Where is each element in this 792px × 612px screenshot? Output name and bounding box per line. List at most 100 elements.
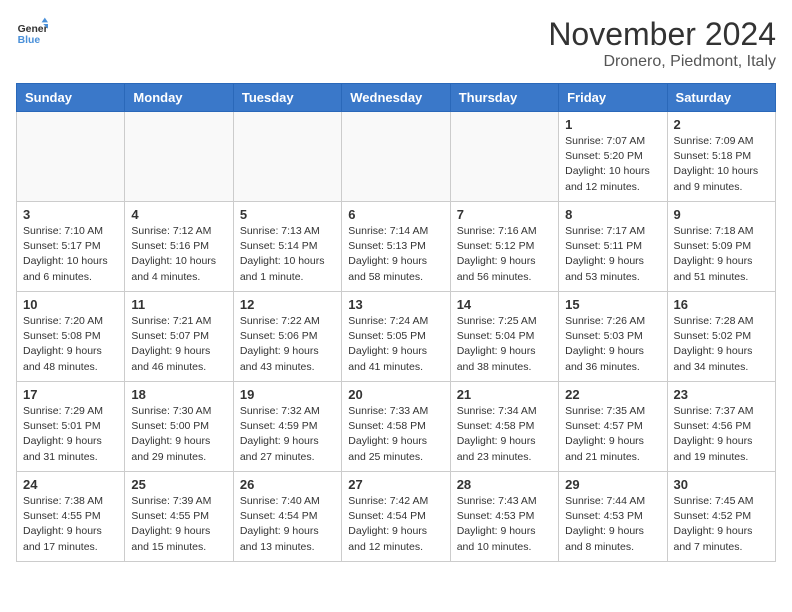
day-info: Sunrise: 7:09 AM Sunset: 5:18 PM Dayligh… <box>674 134 769 195</box>
day-info: Sunrise: 7:28 AM Sunset: 5:02 PM Dayligh… <box>674 314 769 375</box>
day-number: 25 <box>131 477 226 492</box>
weekday-header: Monday <box>125 84 233 112</box>
day-number: 5 <box>240 207 335 222</box>
calendar-day-cell: 3 Sunrise: 7:10 AM Sunset: 5:17 PM Daylig… <box>17 202 125 292</box>
day-number: 3 <box>23 207 118 222</box>
day-number: 14 <box>457 297 552 312</box>
day-info: Sunrise: 7:45 AM Sunset: 4:52 PM Dayligh… <box>674 494 769 555</box>
day-info: Sunrise: 7:20 AM Sunset: 5:08 PM Dayligh… <box>23 314 118 375</box>
day-info: Sunrise: 7:39 AM Sunset: 4:55 PM Dayligh… <box>131 494 226 555</box>
day-number: 16 <box>674 297 769 312</box>
calendar-day-cell: 4Sunrise: 7:12 AM Sunset: 5:16 PM Daylig… <box>125 202 233 292</box>
day-info: Sunrise: 7:44 AM Sunset: 4:53 PM Dayligh… <box>565 494 660 555</box>
logo-icon: General Blue <box>16 16 48 48</box>
calendar-day-cell: 12 Sunrise: 7:22 AM Sunset: 5:06 PM Dayli… <box>233 292 341 382</box>
calendar-week-row: 3 Sunrise: 7:10 AM Sunset: 5:17 PM Daylig… <box>17 202 776 292</box>
calendar-day-cell: 23Sunrise: 7:37 AM Sunset: 4:56 PM Dayli… <box>667 382 775 472</box>
calendar-day-cell: 26 Sunrise: 7:40 AM Sunset: 4:54 PM Dayli… <box>233 472 341 562</box>
calendar-day-cell <box>450 112 558 202</box>
day-number: 21 <box>457 387 552 402</box>
calendar-day-cell: 1Sunrise: 7:07 AM Sunset: 5:20 PM Daylig… <box>559 112 667 202</box>
calendar-day-cell: 2 Sunrise: 7:09 AM Sunset: 5:18 PM Daylig… <box>667 112 775 202</box>
calendar-day-cell: 16 Sunrise: 7:28 AM Sunset: 5:02 PM Dayli… <box>667 292 775 382</box>
day-info: Sunrise: 7:10 AM Sunset: 5:17 PM Dayligh… <box>23 224 118 285</box>
location: Dronero, Piedmont, Italy <box>548 53 776 71</box>
day-info: Sunrise: 7:16 AM Sunset: 5:12 PM Dayligh… <box>457 224 552 285</box>
day-number: 1 <box>565 117 660 132</box>
day-info: Sunrise: 7:22 AM Sunset: 5:06 PM Dayligh… <box>240 314 335 375</box>
calendar-day-cell <box>342 112 450 202</box>
day-number: 8 <box>565 207 660 222</box>
calendar-day-cell: 5 Sunrise: 7:13 AM Sunset: 5:14 PM Daylig… <box>233 202 341 292</box>
weekday-header: Friday <box>559 84 667 112</box>
calendar-week-row: 10Sunrise: 7:20 AM Sunset: 5:08 PM Dayli… <box>17 292 776 382</box>
weekday-header: Saturday <box>667 84 775 112</box>
day-info: Sunrise: 7:40 AM Sunset: 4:54 PM Dayligh… <box>240 494 335 555</box>
day-number: 2 <box>674 117 769 132</box>
calendar-day-cell: 27 Sunrise: 7:42 AM Sunset: 4:54 PM Dayli… <box>342 472 450 562</box>
day-number: 22 <box>565 387 660 402</box>
day-number: 13 <box>348 297 443 312</box>
weekday-header: Thursday <box>450 84 558 112</box>
day-number: 6 <box>348 207 443 222</box>
day-info: Sunrise: 7:26 AM Sunset: 5:03 PM Dayligh… <box>565 314 660 375</box>
calendar-day-cell: 19Sunrise: 7:32 AM Sunset: 4:59 PM Dayli… <box>233 382 341 472</box>
day-info: Sunrise: 7:13 AM Sunset: 5:14 PM Dayligh… <box>240 224 335 285</box>
day-number: 18 <box>131 387 226 402</box>
calendar-day-cell: 24 Sunrise: 7:38 AM Sunset: 4:55 PM Dayli… <box>17 472 125 562</box>
calendar-day-cell: 15 Sunrise: 7:26 AM Sunset: 5:03 PM Dayli… <box>559 292 667 382</box>
day-number: 27 <box>348 477 443 492</box>
day-number: 7 <box>457 207 552 222</box>
day-info: Sunrise: 7:18 AM Sunset: 5:09 PM Dayligh… <box>674 224 769 285</box>
day-number: 11 <box>131 297 226 312</box>
title-block: November 2024 Dronero, Piedmont, Italy <box>548 16 776 71</box>
calendar-day-cell: 29 Sunrise: 7:44 AM Sunset: 4:53 PM Dayli… <box>559 472 667 562</box>
calendar-day-cell: 11 Sunrise: 7:21 AM Sunset: 5:07 PM Dayli… <box>125 292 233 382</box>
calendar-day-cell: 9 Sunrise: 7:18 AM Sunset: 5:09 PM Daylig… <box>667 202 775 292</box>
calendar-header-row: SundayMondayTuesdayWednesdayThursdayFrid… <box>17 84 776 112</box>
day-number: 12 <box>240 297 335 312</box>
day-number: 20 <box>348 387 443 402</box>
day-number: 26 <box>240 477 335 492</box>
calendar-day-cell <box>125 112 233 202</box>
weekday-header: Wednesday <box>342 84 450 112</box>
day-info: Sunrise: 7:33 AM Sunset: 4:58 PM Dayligh… <box>348 404 443 465</box>
calendar-day-cell: 10Sunrise: 7:20 AM Sunset: 5:08 PM Dayli… <box>17 292 125 382</box>
day-info: Sunrise: 7:17 AM Sunset: 5:11 PM Dayligh… <box>565 224 660 285</box>
calendar-day-cell: 30Sunrise: 7:45 AM Sunset: 4:52 PM Dayli… <box>667 472 775 562</box>
day-info: Sunrise: 7:42 AM Sunset: 4:54 PM Dayligh… <box>348 494 443 555</box>
day-info: Sunrise: 7:29 AM Sunset: 5:01 PM Dayligh… <box>23 404 118 465</box>
day-info: Sunrise: 7:25 AM Sunset: 5:04 PM Dayligh… <box>457 314 552 375</box>
calendar-week-row: 24 Sunrise: 7:38 AM Sunset: 4:55 PM Dayli… <box>17 472 776 562</box>
day-info: Sunrise: 7:21 AM Sunset: 5:07 PM Dayligh… <box>131 314 226 375</box>
calendar-day-cell: 20 Sunrise: 7:33 AM Sunset: 4:58 PM Dayli… <box>342 382 450 472</box>
calendar-week-row: 17Sunrise: 7:29 AM Sunset: 5:01 PM Dayli… <box>17 382 776 472</box>
calendar-day-cell: 13 Sunrise: 7:24 AM Sunset: 5:05 PM Dayli… <box>342 292 450 382</box>
svg-text:Blue: Blue <box>18 35 41 46</box>
day-info: Sunrise: 7:24 AM Sunset: 5:05 PM Dayligh… <box>348 314 443 375</box>
day-number: 24 <box>23 477 118 492</box>
calendar-table: SundayMondayTuesdayWednesdayThursdayFrid… <box>16 83 776 562</box>
month-title: November 2024 <box>548 16 776 53</box>
calendar-day-cell: 17Sunrise: 7:29 AM Sunset: 5:01 PM Dayli… <box>17 382 125 472</box>
day-info: Sunrise: 7:38 AM Sunset: 4:55 PM Dayligh… <box>23 494 118 555</box>
weekday-header: Sunday <box>17 84 125 112</box>
calendar-day-cell: 22Sunrise: 7:35 AM Sunset: 4:57 PM Dayli… <box>559 382 667 472</box>
calendar-day-cell: 18Sunrise: 7:30 AM Sunset: 5:00 PM Dayli… <box>125 382 233 472</box>
calendar-day-cell: 28 Sunrise: 7:43 AM Sunset: 4:53 PM Dayli… <box>450 472 558 562</box>
day-number: 28 <box>457 477 552 492</box>
page-header: General Blue November 2024 Dronero, Pied… <box>16 16 776 71</box>
logo: General Blue <box>16 16 48 48</box>
day-number: 15 <box>565 297 660 312</box>
calendar-week-row: 1Sunrise: 7:07 AM Sunset: 5:20 PM Daylig… <box>17 112 776 202</box>
day-info: Sunrise: 7:37 AM Sunset: 4:56 PM Dayligh… <box>674 404 769 465</box>
calendar-day-cell: 8 Sunrise: 7:17 AM Sunset: 5:11 PM Daylig… <box>559 202 667 292</box>
day-info: Sunrise: 7:14 AM Sunset: 5:13 PM Dayligh… <box>348 224 443 285</box>
day-info: Sunrise: 7:12 AM Sunset: 5:16 PM Dayligh… <box>131 224 226 285</box>
day-info: Sunrise: 7:43 AM Sunset: 4:53 PM Dayligh… <box>457 494 552 555</box>
calendar-day-cell <box>233 112 341 202</box>
day-number: 19 <box>240 387 335 402</box>
weekday-header: Tuesday <box>233 84 341 112</box>
day-number: 29 <box>565 477 660 492</box>
day-number: 9 <box>674 207 769 222</box>
